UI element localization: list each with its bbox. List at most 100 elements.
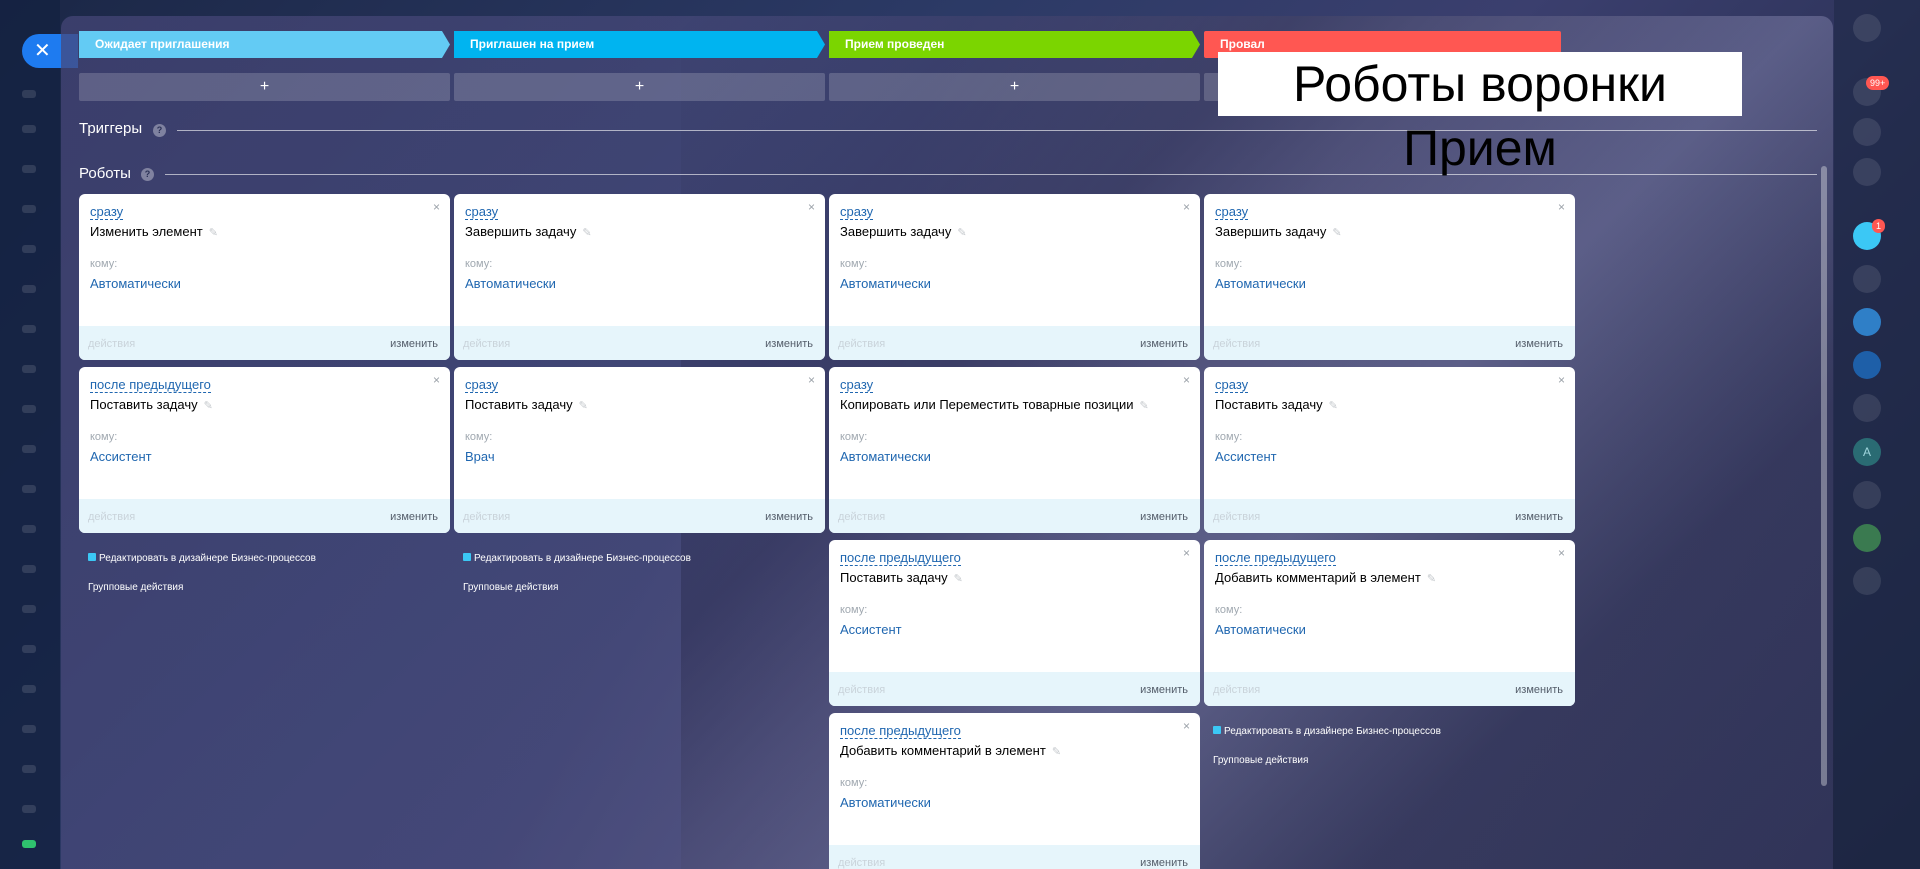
sidebar-item[interactable] (22, 765, 36, 773)
responsible-value[interactable]: Автоматически (1215, 622, 1306, 637)
delete-robot-icon[interactable]: × (1558, 373, 1565, 387)
responsible-value[interactable]: Ассистент (1215, 449, 1277, 464)
sidebar-item[interactable] (22, 205, 36, 213)
sidebar-item[interactable] (22, 325, 36, 333)
robot-card[interactable]: сразу Поставить задачу ✎ кому: Ассистент × дей… (1204, 367, 1575, 533)
robot-trigger-link[interactable]: сразу (840, 377, 874, 393)
robot-trigger-link[interactable]: сразу (465, 204, 499, 220)
robot-trigger-link[interactable]: после предыдущего (90, 377, 211, 393)
sidebar-item[interactable] (22, 805, 36, 813)
robot-card[interactable]: сразу Поставить задачу ✎ кому: Врач × действия… (454, 367, 825, 533)
delete-robot-icon[interactable]: × (433, 200, 440, 214)
delete-robot-icon[interactable]: × (1558, 546, 1565, 560)
sidebar-item[interactable] (22, 725, 36, 733)
sidebar-item[interactable] (22, 565, 36, 573)
responsible-value[interactable]: Автоматически (840, 449, 931, 464)
pencil-icon[interactable]: ✎ (204, 400, 213, 412)
add-robot-button[interactable]: + (454, 73, 825, 101)
group-actions-link[interactable]: Групповые действия (463, 582, 558, 593)
sidebar-item[interactable] (22, 445, 36, 453)
responsible-value[interactable]: Автоматически (840, 276, 931, 291)
edit-in-bp-designer-link[interactable]: Редактировать в дизайнере Бизнес-процесс… (463, 553, 691, 564)
pencil-icon[interactable]: ✎ (1427, 573, 1436, 585)
sidebar-item[interactable] (22, 365, 36, 373)
delete-robot-icon[interactable]: × (433, 373, 440, 387)
delete-robot-icon[interactable]: × (1183, 719, 1190, 733)
green-avatar-icon[interactable] (1853, 524, 1881, 552)
edit-robot-link[interactable]: изменить (1140, 684, 1188, 696)
robot-trigger-link[interactable]: сразу (1215, 377, 1249, 393)
help-icon[interactable]: ? (153, 124, 166, 137)
bookmark-icon[interactable] (1853, 308, 1881, 336)
add-robot-button[interactable]: + (829, 73, 1200, 101)
robot-trigger-link[interactable]: после предыдущего (840, 723, 961, 739)
delete-robot-icon[interactable]: × (1183, 546, 1190, 560)
robot-trigger-link[interactable]: после предыдущего (1215, 550, 1336, 566)
dog-avatar-icon[interactable] (1853, 351, 1881, 379)
sidebar-item[interactable] (22, 485, 36, 493)
edit-robot-link[interactable]: изменить (1140, 857, 1188, 869)
edit-robot-link[interactable]: изменить (390, 338, 438, 350)
robot-card[interactable]: сразу Завершить задачу ✎ кому: Автоматически… (1204, 194, 1575, 360)
help-icon[interactable]: ? (141, 168, 154, 181)
delete-robot-icon[interactable]: × (1183, 200, 1190, 214)
sidebar-item[interactable] (22, 165, 36, 173)
robot-card[interactable]: сразу Копировать или Переместить товарные… (829, 367, 1200, 533)
add-robot-button[interactable]: + (79, 73, 450, 101)
avatar-icon[interactable] (1853, 265, 1881, 293)
pencil-icon[interactable]: ✎ (1329, 400, 1338, 412)
sidebar-item[interactable] (22, 285, 36, 293)
edit-robot-link[interactable]: изменить (765, 338, 813, 350)
edit-robot-link[interactable]: изменить (1140, 338, 1188, 350)
delete-robot-icon[interactable]: × (1183, 373, 1190, 387)
delete-robot-icon[interactable]: × (1558, 200, 1565, 214)
edit-robot-link[interactable]: изменить (1515, 338, 1563, 350)
sidebar-item[interactable] (22, 685, 36, 693)
sidebar-item[interactable] (22, 605, 36, 613)
responsible-value[interactable]: Ассистент (840, 622, 902, 637)
sidebar-item[interactable] (22, 405, 36, 413)
edit-robot-link[interactable]: изменить (1140, 511, 1188, 523)
pencil-icon[interactable]: ✎ (1052, 746, 1061, 758)
pencil-icon[interactable]: ✎ (1332, 227, 1341, 239)
edit-robot-link[interactable]: изменить (1515, 684, 1563, 696)
pencil-icon[interactable]: ✎ (1140, 400, 1149, 412)
responsible-value[interactable]: Автоматически (840, 795, 931, 810)
sidebar-item[interactable] (22, 125, 36, 133)
sidebar-item[interactable] (22, 245, 36, 253)
robot-trigger-link[interactable]: сразу (90, 204, 124, 220)
edit-robot-link[interactable]: изменить (1515, 511, 1563, 523)
robot-card[interactable]: сразу Завершить задачу ✎ кому: Автоматически… (829, 194, 1200, 360)
edit-robot-link[interactable]: изменить (390, 511, 438, 523)
sidebar-item[interactable] (22, 840, 36, 848)
robot-card[interactable]: сразу Изменить элемент ✎ кому: Автоматически… (79, 194, 450, 360)
spiral-icon[interactable] (1853, 118, 1881, 146)
pencil-icon[interactable]: ✎ (954, 573, 963, 585)
pencil-icon[interactable]: ✎ (582, 227, 591, 239)
robot-card[interactable]: после предыдущего Добавить комментарий в … (1204, 540, 1575, 706)
edit-in-bp-designer-link[interactable]: Редактировать в дизайнере Бизнес-процесс… (88, 553, 316, 564)
robot-trigger-link[interactable]: после предыдущего (840, 550, 961, 566)
pencil-icon[interactable]: ✎ (209, 227, 218, 239)
pencil-icon[interactable]: ✎ (957, 227, 966, 239)
robot-card[interactable]: после предыдущего Поставить задачу ✎ кому: А… (829, 540, 1200, 706)
edit-robot-link[interactable]: изменить (765, 511, 813, 523)
group-actions-link[interactable]: Групповые действия (1213, 755, 1308, 766)
sidebar-item[interactable] (22, 645, 36, 653)
robot-card[interactable]: после предыдущего Поставить задачу ✎ кому: А… (79, 367, 450, 533)
delete-robot-icon[interactable]: × (808, 373, 815, 387)
robot-trigger-link[interactable]: сразу (840, 204, 874, 220)
scrollbar[interactable] (1821, 166, 1827, 786)
responsible-value[interactable]: Врач (465, 449, 495, 464)
user-avatar-icon[interactable] (1853, 14, 1881, 42)
delete-robot-icon[interactable]: × (808, 200, 815, 214)
person-avatar-icon[interactable] (1853, 394, 1881, 422)
responsible-value[interactable]: Автоматически (1215, 276, 1306, 291)
robot-card[interactable]: сразу Завершить задачу ✎ кому: Автоматически… (454, 194, 825, 360)
responsible-value[interactable]: Автоматически (90, 276, 181, 291)
chat-search-icon[interactable] (1853, 158, 1881, 186)
pencil-icon[interactable]: ✎ (579, 400, 588, 412)
person-avatar-icon[interactable] (1853, 481, 1881, 509)
robot-trigger-link[interactable]: сразу (465, 377, 499, 393)
robot-trigger-link[interactable]: сразу (1215, 204, 1249, 220)
